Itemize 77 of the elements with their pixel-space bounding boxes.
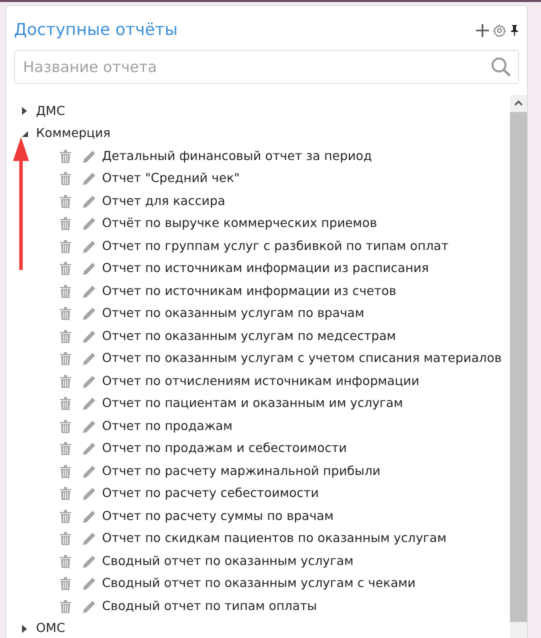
pencil-icon[interactable] [83,600,96,613]
pencil-icon[interactable] [83,487,96,500]
category-label[interactable]: Коммерция [36,124,111,144]
scroll-up-icon[interactable] [514,100,523,106]
report-link[interactable]: Отчет по продажам [102,416,233,436]
trash-icon[interactable] [60,532,71,546]
pencil-icon[interactable] [83,554,96,568]
report-link[interactable]: Отчет по оказанным услугам по врачам [102,304,364,324]
expand-icon[interactable] [22,624,27,633]
trash-icon[interactable] [60,330,71,343]
collapse-icon[interactable] [22,130,28,137]
report-link[interactable]: Отчет по источникам информации из счетов [102,282,396,301]
trash-icon[interactable] [60,420,71,433]
pencil-icon[interactable] [83,420,96,433]
trash-icon[interactable] [60,307,71,320]
settings-icon[interactable] [493,24,506,36]
trash-icon[interactable] [60,487,71,500]
report-link[interactable]: Отчет по скидкам пациентов по оказанным услугам [102,529,446,548]
pencil-icon[interactable] [83,510,96,523]
pin-icon[interactable] [510,24,519,36]
trash-icon[interactable] [60,150,71,163]
trash-icon[interactable] [60,284,71,298]
trash-icon[interactable] [60,464,71,478]
pencil-icon[interactable] [83,374,96,388]
trash-icon[interactable] [60,217,71,230]
report-link[interactable]: Отчет по отчислениям источникам информации [102,372,420,391]
report-link[interactable]: Отчет по источникам информации из расписания [102,259,429,278]
report-link[interactable]: Детальный финансовый отчет за период [102,146,372,166]
pencil-icon[interactable] [83,307,96,320]
trash-icon[interactable] [60,240,71,253]
report-link[interactable]: Отчет для кассира [102,192,226,211]
category-label[interactable]: ОМС [36,619,66,638]
trash-icon[interactable] [60,397,71,410]
search-icon[interactable] [491,57,511,77]
report-link[interactable]: Отчет "Средний чек" [102,169,240,188]
pencil-icon[interactable] [83,217,96,230]
report-link[interactable]: Отчёт по выручке коммерческих приемов [102,214,378,234]
trash-icon[interactable] [60,374,71,388]
report-link[interactable]: Отчет по расчету маржинальной прибыли [102,462,380,481]
add-icon[interactable] [476,24,489,36]
trash-icon[interactable] [60,262,71,276]
trash-icon[interactable] [60,442,71,456]
search-field[interactable]: Название отчета [14,50,519,84]
report-link[interactable]: Сводный отчет по оказанным услугам с чеками [102,574,416,594]
report-link[interactable]: Сводный отчет по типам оплаты [102,596,317,616]
trash-icon[interactable] [60,510,71,523]
report-link[interactable]: Отчет по оказанным услугам по медсестрам [102,326,396,346]
trash-icon[interactable] [60,352,71,366]
pencil-icon[interactable] [83,240,96,253]
report-link[interactable]: Отчет по оказанным услугам с учетом списания материалов [102,349,502,368]
report-link[interactable]: Отчет по расчету суммы по врачам [102,506,334,526]
expand-icon[interactable] [22,107,27,116]
trash-icon[interactable] [60,172,71,186]
trash-icon[interactable] [60,577,71,590]
pencil-icon[interactable] [83,397,96,410]
scrollbar[interactable] [510,95,527,638]
pencil-icon[interactable] [83,577,96,590]
pencil-icon[interactable] [83,532,96,546]
trash-icon[interactable] [60,554,71,568]
category-label[interactable]: ДМС [36,102,66,121]
pencil-icon[interactable] [83,330,96,343]
pencil-icon[interactable] [83,262,96,276]
pencil-icon[interactable] [83,284,96,298]
report-link[interactable]: Отчет по группам услуг с разбивкой по типам оплат [102,236,448,256]
report-link[interactable]: Отчет по пациентам и оказанным им услугам [102,394,403,414]
pencil-icon[interactable] [83,172,96,186]
pencil-icon[interactable] [83,194,96,208]
pencil-icon[interactable] [83,150,96,163]
panel-title: Доступные отчёты [14,18,178,41]
trash-icon[interactable] [60,194,71,208]
trash-icon[interactable] [60,600,71,613]
pencil-icon[interactable] [83,352,96,366]
pencil-icon[interactable] [83,442,96,456]
pencil-icon[interactable] [83,464,96,478]
report-link[interactable]: Сводный отчет по оказанным услугам [102,552,354,571]
report-link[interactable]: Отчет по продажам и себестоимости [102,439,347,458]
report-link[interactable]: Отчет по расчету себестоимости [102,484,319,504]
